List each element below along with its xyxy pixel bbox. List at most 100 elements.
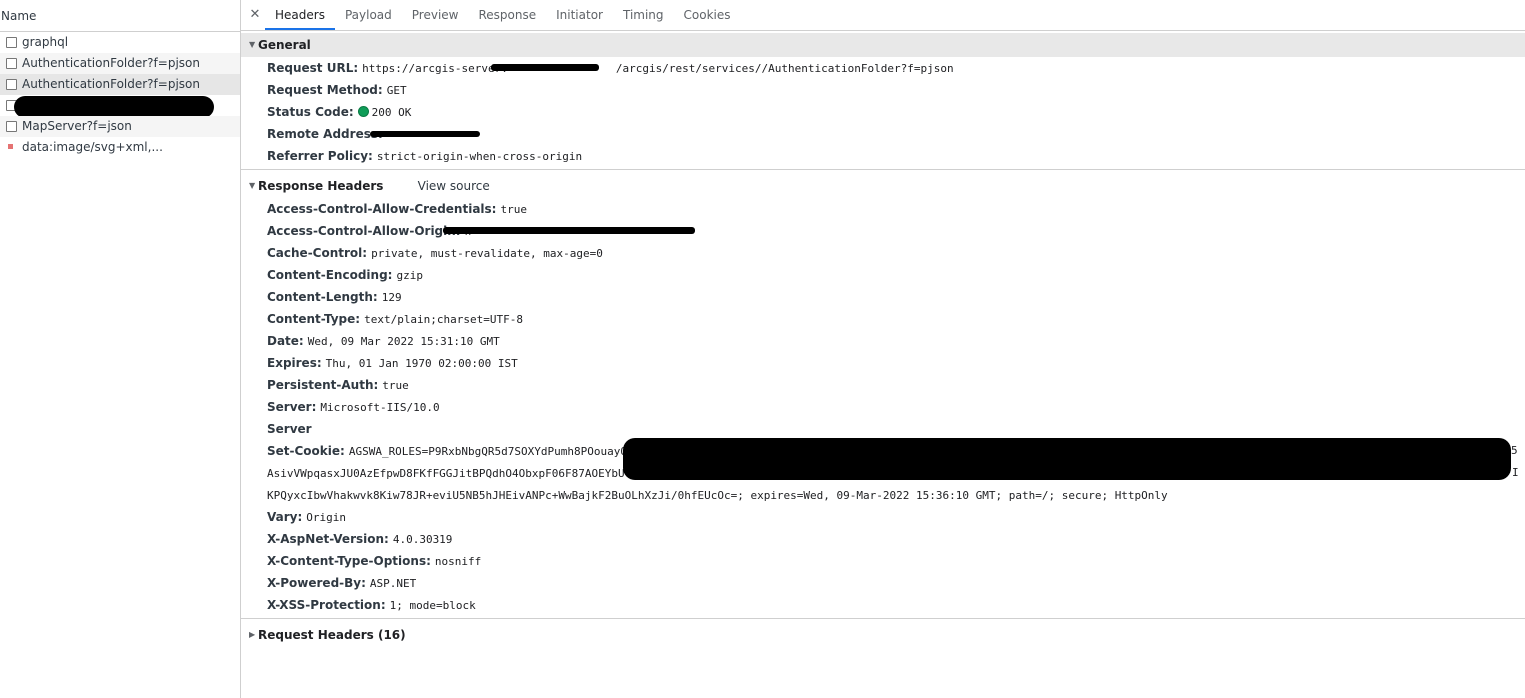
image-type-icon xyxy=(8,144,13,149)
header-value: 1; mode=block xyxy=(389,599,476,612)
request-checkbox[interactable] xyxy=(6,58,17,69)
header-key: Date: xyxy=(267,334,304,348)
response-header-row: Content-Encoding: gzip xyxy=(241,264,1525,286)
request-details-panel: ✕ Headers Payload Preview Response Initi… xyxy=(241,0,1525,698)
header-key: Content-Encoding: xyxy=(267,268,393,282)
expanded-triangle-icon: ▼ xyxy=(249,40,256,49)
response-header-row: Server xyxy=(241,418,1525,440)
request-headers-section-header[interactable]: ▶ Request Headers (16) xyxy=(241,623,1525,647)
redaction-mark xyxy=(14,96,214,118)
general-row-referrer-policy: Referrer Policy: strict-origin-when-cross… xyxy=(241,145,1525,167)
response-header-row: Date: Wed, 09 Mar 2022 15:31:10 GMT xyxy=(241,330,1525,352)
name-column-header[interactable]: Name xyxy=(0,0,240,32)
header-value: Microsoft-IIS/10.0 xyxy=(320,401,440,414)
section-divider xyxy=(241,169,1525,170)
header-value: https://arcgis-server. xyxy=(362,62,508,75)
request-row-svg-image[interactable]: data:image/svg+xml,... xyxy=(0,137,240,158)
response-header-row: Expires: Thu, 01 Jan 1970 02:00:00 IST xyxy=(241,352,1525,374)
request-checkbox[interactable] xyxy=(6,121,17,132)
response-header-row: Cache-Control: private, must-revalidate, … xyxy=(241,242,1525,264)
header-key: X-XSS-Protection: xyxy=(267,598,386,612)
header-key: X-Powered-By: xyxy=(267,576,366,590)
redaction-mark xyxy=(443,227,695,234)
response-header-row: Access-Control-Allow-Credentials: true xyxy=(241,198,1525,220)
response-header-row: Vary: Origin xyxy=(241,506,1525,528)
header-value: text/plain;charset=UTF-8 xyxy=(364,313,524,326)
close-icon[interactable]: ✕ xyxy=(245,0,265,30)
request-headers-title: Request Headers (16) xyxy=(258,628,406,642)
request-row-authentication-folder[interactable]: AuthenticationFolder?f=pjson xyxy=(0,53,240,74)
header-key: Expires: xyxy=(267,356,322,370)
tab-payload[interactable]: Payload xyxy=(335,0,402,30)
request-row-graphql[interactable]: graphql xyxy=(0,32,240,53)
header-value: AsivVWpqasxJU0AzEfpwD8FKfFGGJitBPQdhO4Ob… xyxy=(267,467,625,480)
request-row-mapserver[interactable]: MapServer?f=json xyxy=(0,116,240,137)
tab-cookies[interactable]: Cookies xyxy=(674,0,741,30)
header-value: 5 xyxy=(1511,444,1518,457)
response-header-row: Content-Length: 129 xyxy=(241,286,1525,308)
header-key: Request Method: xyxy=(267,83,383,97)
header-key: Referrer Policy: xyxy=(267,149,373,163)
header-key: Server: xyxy=(267,400,317,414)
redaction-mark xyxy=(623,438,1511,480)
general-title: General xyxy=(258,38,311,52)
header-key: Cache-Control: xyxy=(267,246,368,260)
tab-headers[interactable]: Headers xyxy=(265,0,335,30)
general-row-status-code: Status Code: 200 OK xyxy=(241,101,1525,123)
section-divider xyxy=(241,618,1525,619)
response-header-row: Content-Type: text/plain;charset=UTF-8 xyxy=(241,308,1525,330)
request-row-redacted[interactable] xyxy=(0,95,240,118)
header-value: nosniff xyxy=(434,555,482,568)
general-row-remote-address: Remote Address: xyxy=(241,123,1525,145)
header-value: I xyxy=(1512,466,1519,479)
general-row-request-url: Request URL: https://arcgis-server. /arcgi… xyxy=(241,57,1525,79)
tab-initiator[interactable]: Initiator xyxy=(546,0,613,30)
request-name: MapServer?f=json xyxy=(22,119,132,133)
expanded-triangle-icon: ▼ xyxy=(249,181,256,190)
header-value: 4.0.30319 xyxy=(392,533,453,546)
status-ok-icon xyxy=(357,106,369,117)
header-key: Request URL: xyxy=(267,61,359,75)
tab-timing[interactable]: Timing xyxy=(613,0,674,30)
response-headers-title: Response Headers xyxy=(258,179,384,193)
general-section-header[interactable]: ▼ General xyxy=(241,33,1525,57)
set-cookie-line: KPQyxcIbwVhakwvk8Kiw78JR+eviU5NB5hJHEivA… xyxy=(241,484,1525,506)
header-key: X-AspNet-Version: xyxy=(267,532,389,546)
response-header-row: X-XSS-Protection: 1; mode=block xyxy=(241,594,1525,616)
redaction-mark xyxy=(370,131,480,137)
tab-response[interactable]: Response xyxy=(468,0,546,30)
header-value: true xyxy=(382,379,409,392)
header-key: Access-Control-Allow-Credentials: xyxy=(267,202,497,216)
header-key: X-Content-Type-Options: xyxy=(267,554,431,568)
request-checkbox[interactable] xyxy=(6,79,17,90)
set-cookie-block: Set-Cookie: AGSWA_ROLES=P9RxbNbgQR5d7SOXY… xyxy=(241,438,1525,506)
response-header-row: X-Powered-By: ASP.NET xyxy=(241,572,1525,594)
response-header-row: Access-Control-Allow-Origin:h xyxy=(241,220,1525,242)
header-key: Access-Control-Allow-Origin: xyxy=(267,224,461,238)
header-value: private, must-revalidate, max-age=0 xyxy=(371,247,603,260)
header-key: Vary: xyxy=(267,510,303,524)
header-value: 200 OK xyxy=(371,106,412,119)
header-value: KPQyxcIbwVhakwvk8Kiw78JR+eviU5NB5hJHEivA… xyxy=(267,489,1168,502)
header-value: GET xyxy=(386,84,407,97)
header-value: /arcgis/rest/services//AuthenticationFol… xyxy=(615,62,954,75)
response-header-row: Server: Microsoft-IIS/10.0 xyxy=(241,396,1525,418)
request-checkbox[interactable] xyxy=(6,37,17,48)
general-row-request-method: Request Method: GET xyxy=(241,79,1525,101)
header-value: true xyxy=(500,203,527,216)
tab-preview[interactable]: Preview xyxy=(402,0,469,30)
request-name: data:image/svg+xml,... xyxy=(22,140,163,154)
redaction-mark xyxy=(491,64,599,71)
header-value: Origin xyxy=(306,511,347,524)
view-source-link[interactable]: View source xyxy=(418,179,490,193)
request-name: AuthenticationFolder?f=pjson xyxy=(22,56,200,70)
header-value: strict-origin-when-cross-origin xyxy=(376,150,583,163)
request-row-authentication-folder-selected[interactable]: AuthenticationFolder?f=pjson xyxy=(0,74,240,95)
response-headers-section-header[interactable]: ▼ Response Headers View source xyxy=(241,174,1525,198)
header-key: Persistent-Auth: xyxy=(267,378,379,392)
collapsed-triangle-icon: ▶ xyxy=(249,630,256,639)
header-key: Content-Type: xyxy=(267,312,361,326)
response-header-row: X-Content-Type-Options: nosniff xyxy=(241,550,1525,572)
header-key: Status Code: xyxy=(267,105,354,119)
header-key: Content-Length: xyxy=(267,290,378,304)
